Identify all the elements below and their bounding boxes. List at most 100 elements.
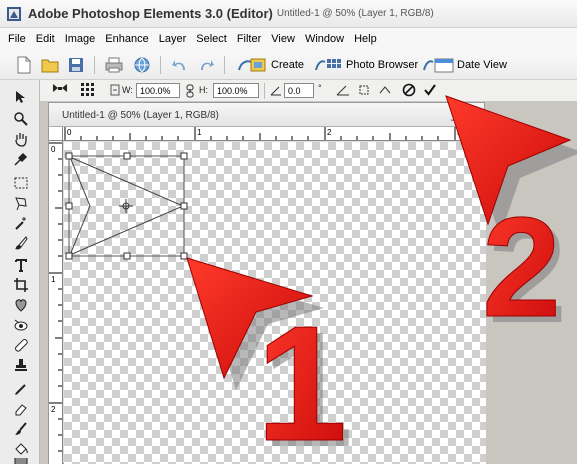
create-button[interactable] (236, 55, 270, 75)
pencil-tool[interactable] (12, 380, 30, 398)
ruler-top-label-1: 1 (197, 128, 202, 137)
toolbar-separator (160, 56, 161, 74)
document-title-caption: Untitled-1 @ 50% (Layer 1, RGB/8) (276, 8, 434, 19)
print-button[interactable] (104, 55, 124, 75)
constrain-proportions-button[interactable] (186, 84, 194, 101)
create-icon (238, 58, 266, 72)
lasso-icon (15, 197, 27, 211)
handle-bottom-right[interactable] (180, 252, 188, 260)
vertical-ruler-ticks: 0 1 2 (49, 142, 62, 452)
paint-bucket-tool[interactable] (12, 440, 30, 458)
create-label[interactable]: Create (271, 59, 304, 71)
date-view-label[interactable]: Date View (457, 59, 507, 71)
save-button[interactable] (66, 55, 86, 75)
tool-options-bar: W: 100.0% H: 100.0% 0.0 ° (40, 80, 577, 102)
move-arrow-icon (16, 91, 25, 103)
width-field[interactable]: 100.0% (136, 83, 180, 98)
eraser-tool[interactable] (12, 400, 30, 418)
transform-selection[interactable] (64, 142, 486, 464)
vertical-ruler[interactable]: 0 1 2 (49, 141, 63, 464)
commit-transform-button[interactable] (423, 83, 437, 100)
new-file-icon (17, 56, 31, 74)
type-tool[interactable] (12, 256, 30, 274)
redo-button[interactable] (196, 55, 216, 75)
menu-select[interactable]: Select (196, 33, 227, 45)
brush-icon (15, 236, 28, 250)
distort-button[interactable] (358, 84, 370, 99)
zoom-tool[interactable] (12, 110, 30, 128)
handle-bottom-left[interactable] (65, 252, 73, 260)
handle-top-left[interactable] (65, 152, 73, 160)
menu-view[interactable]: View (271, 33, 295, 45)
crop-icon (14, 278, 28, 292)
distort-icon (359, 85, 369, 95)
menu-help[interactable]: Help (354, 33, 377, 45)
move-tool[interactable] (12, 88, 30, 106)
magic-wand-tool[interactable] (12, 214, 30, 232)
minimize-button[interactable]: _ (451, 107, 458, 121)
menu-edit[interactable]: Edit (36, 33, 55, 45)
height-field[interactable]: 100.0% (213, 83, 259, 98)
brush-tool[interactable] (12, 420, 30, 438)
pencil-icon (15, 384, 26, 395)
calendar-icon (423, 58, 454, 73)
menu-bar: File Edit Image Enhance Layer Select Fil… (0, 28, 577, 50)
crop-tool[interactable] (12, 276, 30, 294)
healing-brush-tool[interactable] (12, 336, 30, 354)
menu-layer[interactable]: Layer (159, 33, 187, 45)
red-eye-tool[interactable] (12, 316, 30, 334)
clone-stamp-tool[interactable] (12, 356, 30, 374)
hand-icon (15, 133, 27, 147)
photo-browser-button[interactable] (314, 55, 344, 75)
cancel-transform-button[interactable] (402, 83, 416, 100)
transform-icon (53, 84, 67, 92)
options-separator (264, 83, 265, 99)
check-icon (424, 84, 436, 96)
hand-tool[interactable] (12, 130, 30, 148)
folder-icon (41, 59, 59, 73)
eyedropper-tool[interactable] (12, 150, 30, 168)
open-button[interactable] (40, 55, 60, 75)
canvas-transparent[interactable] (64, 142, 486, 464)
date-view-button[interactable] (422, 55, 456, 75)
paintbrush-icon (15, 422, 27, 435)
menu-filter[interactable]: Filter (237, 33, 261, 45)
width-icon (110, 84, 120, 96)
stamp-icon (15, 359, 27, 371)
ruler-top-label-3: 3 (457, 128, 462, 137)
gradient-tool[interactable] (12, 458, 30, 464)
handle-top-middle[interactable] (123, 152, 131, 160)
ruler-origin[interactable] (49, 127, 63, 141)
handle-bottom-middle[interactable] (123, 252, 131, 260)
transform-mode-button[interactable] (52, 83, 68, 100)
new-file-button[interactable] (14, 55, 34, 75)
undo-button[interactable] (170, 55, 190, 75)
globe-icon (134, 57, 150, 73)
angle-field[interactable]: 0.0 (284, 83, 314, 98)
lasso-tool[interactable] (12, 194, 30, 212)
document-titlebar[interactable]: Untitled-1 @ 50% (Layer 1, RGB/8) _ (49, 103, 484, 127)
selection-brush-tool[interactable] (12, 234, 30, 252)
annotation-number-2-shadow: 2 (488, 194, 567, 353)
menu-file[interactable]: File (8, 33, 26, 45)
ruler-left-label-2: 2 (51, 405, 56, 414)
perspective-button[interactable] (378, 84, 392, 99)
cookie-cutter-tool[interactable] (12, 296, 30, 314)
handle-middle-right[interactable] (180, 202, 188, 210)
marquee-tool[interactable] (12, 174, 30, 192)
handle-middle-left[interactable] (65, 202, 73, 210)
menu-image[interactable]: Image (65, 33, 96, 45)
reference-point-icon (81, 83, 94, 96)
photo-browser-label[interactable]: Photo Browser (346, 59, 418, 71)
handle-top-right[interactable] (180, 152, 188, 160)
menu-enhance[interactable]: Enhance (105, 33, 148, 45)
reference-point-button[interactable] (80, 82, 96, 101)
skew-button[interactable] (336, 84, 350, 99)
save-icon (69, 58, 83, 72)
undo-icon (172, 60, 185, 70)
menu-window[interactable]: Window (305, 33, 344, 45)
online-services-button[interactable] (132, 55, 152, 75)
horizontal-ruler[interactable]: 0 1 2 3 (63, 127, 486, 141)
red-eye-icon (14, 319, 28, 331)
rotation-center[interactable] (119, 199, 133, 213)
